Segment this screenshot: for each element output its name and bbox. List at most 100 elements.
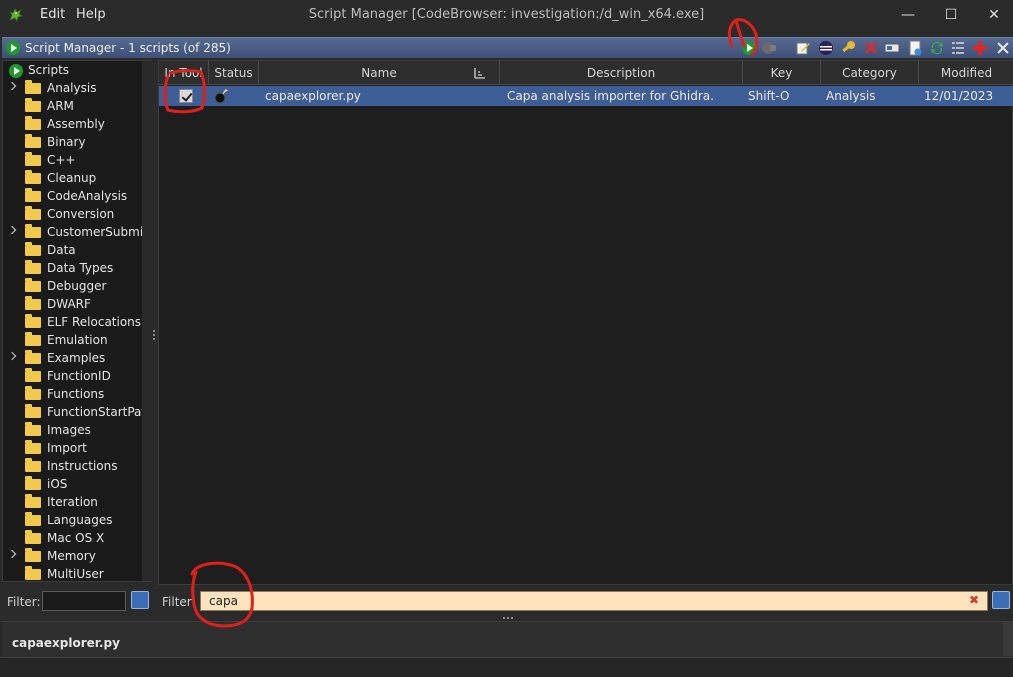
tree-filter-input[interactable] [42,591,126,611]
column-category[interactable]: Category [821,61,919,85]
run-last-script-icon[interactable] [761,40,777,56]
horizontal-splitter[interactable] [503,617,515,620]
tree-item-label: Data [47,243,76,257]
tree-item[interactable]: Data Types [3,260,151,278]
info-scrollbar[interactable] [1003,622,1013,656]
column-in-tool[interactable]: In Tool [159,61,209,85]
tree-item[interactable]: Functions [3,386,151,404]
scripts-root-icon [9,64,23,78]
tree-root-scripts[interactable]: Scripts [3,62,151,80]
tree-item[interactable]: MultiUser [3,566,151,581]
key-binding-icon[interactable] [840,40,856,56]
tree-item[interactable]: Import [3,440,151,458]
chevron-right-icon[interactable] [7,225,17,235]
folder-icon [25,278,41,292]
tree-item-label: CodeAnalysis [47,189,128,203]
tree-item[interactable]: Emulation [3,332,151,350]
tree-item[interactable]: CustomerSubmiss [3,224,152,242]
chevron-right-icon[interactable] [7,549,17,559]
eclipse-edit-icon[interactable] [818,40,834,56]
column-description[interactable]: Description [500,61,743,85]
refresh-scripts-icon[interactable] [929,40,945,56]
table-filter-bar: Filter: capa ✖ [158,587,1013,617]
folder-icon [25,296,41,310]
tree-item[interactable]: CodeAnalysis [3,188,151,206]
folder-icon [25,134,41,148]
tree-item[interactable]: Assembly [3,116,151,134]
window-title: Script Manager [CodeBrowser: investigati… [308,7,705,22]
tree-item[interactable]: Data [3,242,151,260]
tree-item[interactable]: DWARF [3,296,151,314]
close-window-button[interactable]: ✕ [980,4,1008,26]
tree-item[interactable]: Debugger [3,278,151,296]
window-titlebar: Edit Help Script Manager [CodeBrowser: i… [0,0,1013,30]
column-modified[interactable]: Modified [919,61,1013,85]
tree-item[interactable]: Cleanup [3,170,151,188]
script-key-cell: Shift-O [748,89,790,103]
tree-item-label: FunctionID [47,369,111,383]
tree-item[interactable]: Analysis [3,80,151,98]
rename-script-icon[interactable] [884,40,900,56]
delete-script-icon[interactable] [863,40,879,56]
tree-item[interactable]: Examples [3,350,151,368]
table-row[interactable]: capaexplorer.py Capa analysis importer f… [159,86,1013,106]
tree-item[interactable]: C++ [3,152,151,170]
close-panel-icon[interactable] [995,40,1011,56]
category-tree[interactable]: Scripts Analysis ARM Assembly Binary C++ Clea… [2,60,152,582]
tree-item-label: Mac OS X [47,531,105,545]
tree-item-label: Languages [47,513,113,527]
folder-icon [25,152,41,166]
folder-icon [25,170,41,184]
status-bar [0,657,1013,677]
maximize-button[interactable]: ☐ [937,4,965,26]
in-tool-checkbox[interactable] [179,89,193,103]
column-name[interactable]: Name [259,61,500,85]
tree-item[interactable]: Mac OS X [3,530,151,548]
clear-filter-icon[interactable]: ✖ [969,593,979,607]
help-plus-icon[interactable] [972,40,988,56]
column-status[interactable]: Status [209,61,259,85]
minimize-button[interactable]: — [894,4,922,26]
script-info-panel: capaexplorer.py [2,621,1013,657]
table-filter-input[interactable]: capa [200,591,988,611]
column-key[interactable]: Key [743,61,821,85]
table-filter-options-icon[interactable] [992,591,1010,609]
tree-item[interactable]: FunctionStartPatte [3,404,151,422]
script-manager-icon [6,41,20,55]
tree-item[interactable]: FunctionID [3,368,151,386]
tree-scrollbar[interactable] [142,61,152,581]
tree-item[interactable]: Iteration [3,494,151,512]
tree-item-label: Analysis [47,81,97,95]
vertical-splitter[interactable] [153,330,156,344]
tree-item[interactable]: Images [3,422,151,440]
folder-icon [25,476,41,490]
tree-item-label: Examples [47,351,106,365]
tree-item[interactable]: Binary [3,134,151,152]
new-script-icon[interactable] [907,40,923,56]
tree-item-label: C++ [47,153,76,167]
tree-item[interactable]: Languages [3,512,151,530]
tree-item[interactable]: Conversion [3,206,151,224]
tree-filter-options-icon[interactable] [131,591,149,609]
chevron-right-icon[interactable] [7,81,17,91]
folder-icon [25,314,41,328]
tree-item[interactable]: iOS [3,476,151,494]
chevron-right-icon[interactable] [7,351,17,361]
folder-icon [25,548,41,562]
run-script-icon[interactable] [741,40,757,56]
tree-item[interactable]: Instructions [3,458,151,476]
script-manager-header: Script Manager - 1 scripts (of 285) [2,37,1013,58]
tree-item-label: DWARF [47,297,91,311]
selected-script-name: capaexplorer.py [12,636,120,650]
edit-script-icon[interactable] [795,40,811,56]
folder-icon [25,260,41,274]
tree-item-label: Instructions [47,459,118,473]
tree-item[interactable]: Memory [3,548,151,566]
tree-item[interactable]: ARM [3,98,151,116]
folder-icon [25,188,41,202]
tree-item-label: CustomerSubmiss [47,225,152,239]
tree-item-label: Debugger [47,279,107,293]
script-directories-icon[interactable] [950,40,966,56]
tree-item[interactable]: ELF Relocations [3,314,151,332]
scripts-table: In Tool Status Name Description Key Cate… [158,60,1013,585]
